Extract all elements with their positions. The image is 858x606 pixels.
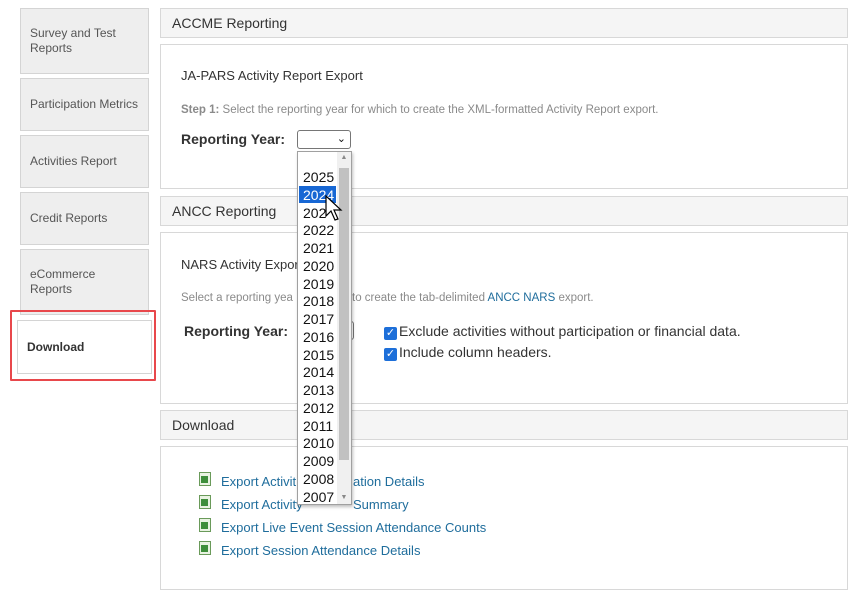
accme-panel-body [160,44,848,189]
year-option[interactable]: 2025 [299,168,336,186]
accme-step-text: Step 1: Select the reporting year for wh… [181,104,658,116]
year-option[interactable]: 2010 [299,434,336,452]
include-headers-label: Include column headers. [399,344,552,360]
year-option[interactable]: 2014 [299,363,336,381]
export-session-attendance-link[interactable]: Export Session Attendance Details [221,543,420,558]
accme-subtitle: JA-PARS Activity Report Export [181,68,363,83]
year-option[interactable]: 2018 [299,292,336,310]
mouse-pointer-icon [325,195,343,221]
export-activity-summary-link-tail[interactable]: Summary [353,497,409,512]
highlight-annotation [10,310,156,381]
step-label: Step 1: [181,104,220,116]
year-option[interactable]: 2021 [299,239,336,257]
excel-file-icon [199,541,211,555]
sidebar-item-label: Credit Reports [30,211,108,225]
sidebar-item-participation-metrics[interactable]: Participation Metrics [20,78,149,131]
year-option[interactable]: 2015 [299,346,336,364]
export-activity-details-link[interactable]: Export Activit [221,474,296,489]
excel-file-icon [199,472,211,486]
year-option[interactable]: 2022 [299,221,336,239]
ancc-nars-link[interactable]: ANCC NARS [488,292,556,304]
exclude-activities-label: Exclude activities without participation… [399,323,741,339]
year-option[interactable]: 2007 [299,488,336,506]
year-option[interactable]: 2012 [299,399,336,417]
sidebar-item-label: Activities Report [30,154,117,168]
download-panel-header: Download [160,410,848,440]
ancc-desc-mid: to create the tab-delimited [352,292,488,304]
year-option[interactable]: 2011 [299,417,336,435]
ancc-year-label: Reporting Year: [184,323,288,339]
download-header-title: Download [172,417,235,433]
export-activity-details-link-tail[interactable]: ation Details [353,474,425,489]
scroll-down-icon[interactable]: ▼ [339,494,349,501]
year-option[interactable]: 2008 [299,470,336,488]
include-headers-checkbox[interactable]: ✓ [384,344,397,362]
checkmark-icon: ✓ [384,348,397,361]
year-option[interactable]: 2020 [299,257,336,275]
export-live-event-counts-link[interactable]: Export Live Event Session Attendance Cou… [221,520,486,535]
sidebar-item-activities-report[interactable]: Activities Report [20,135,149,188]
download-panel-body [160,446,848,590]
checkmark-icon: ✓ [384,327,397,340]
ancc-subtitle: NARS Activity Expor [181,257,299,272]
ancc-desc-left: Select a reporting yea [181,292,293,304]
year-option[interactable]: 2009 [299,452,336,470]
year-option[interactable]: 2013 [299,381,336,399]
year-option[interactable]: 2019 [299,275,336,293]
excel-file-icon [199,518,211,532]
sidebar-item-survey-test-reports[interactable]: Survey and Test Reports [20,8,149,74]
ancc-panel-header: ANCC Reporting [160,196,848,226]
scroll-up-icon[interactable]: ▲ [339,154,349,161]
ancc-desc-right: to create the tab-delimited ANCC NARS ex… [352,292,594,304]
excel-file-icon [199,495,211,509]
sidebar-item-label: eCommerce Reports [30,267,96,296]
ancc-desc-end: export. [555,292,594,304]
accme-panel-header: ACCME Reporting [160,8,848,38]
sidebar-item-ecommerce-reports[interactable]: eCommerce Reports [20,249,149,315]
chevron-down-icon: ⌄ [336,133,346,145]
export-activity-summary-link[interactable]: Export Activity [221,497,303,512]
accme-header-title: ACCME Reporting [172,15,288,31]
accme-year-label: Reporting Year: [181,131,285,147]
step-description: Select the reporting year for which to c… [219,104,659,116]
sidebar-item-credit-reports[interactable]: Credit Reports [20,192,149,245]
accme-year-select[interactable]: ⌄ [297,130,351,149]
sidebar-item-label: Participation Metrics [30,97,139,111]
ancc-header-title: ANCC Reporting [172,203,277,219]
exclude-activities-checkbox[interactable]: ✓ [384,323,397,341]
sidebar-item-label: Survey and Test Reports [30,26,116,55]
year-option[interactable]: 2017 [299,310,336,328]
year-option[interactable]: 2016 [299,328,336,346]
